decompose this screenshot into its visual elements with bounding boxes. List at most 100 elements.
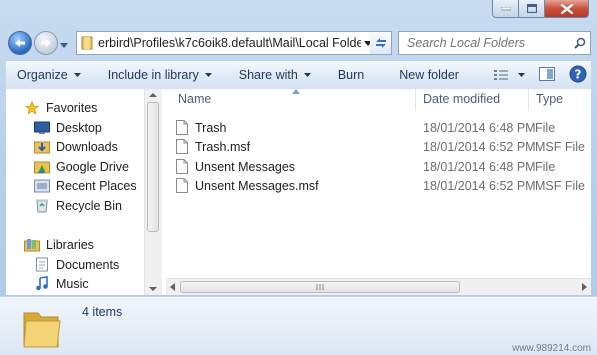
scroll-up-arrow-icon[interactable] [149,93,157,97]
refresh-button[interactable] [370,31,392,55]
documents-icon [34,257,50,273]
chevron-down-icon [73,73,81,77]
nav-item-recent-places[interactable]: Recent Places [34,176,137,195]
file-row[interactable]: Unsent Messages.msf 18/01/2014 6:52 PM M… [176,176,591,195]
nav-item-label: Downloads [56,139,118,154]
scroll-right-arrow-icon[interactable] [582,283,587,291]
column-date-modified[interactable]: Date modified [423,92,500,106]
file-name: Trash [195,120,227,135]
minimize-icon [500,6,511,10]
new-folder-button[interactable]: New folder [373,61,468,89]
file-row[interactable]: Trash.msf 18/01/2014 6:52 PM MSF File [176,137,591,156]
minimize-button[interactable] [492,0,519,18]
scroll-left-arrow-icon[interactable] [170,283,175,291]
google-drive-icon [34,159,50,175]
navigation-pane: Favorites Desktop Downloads Google Drive… [6,89,144,295]
navigation-scrollbar-thumb[interactable] [147,102,159,232]
column-divider[interactable] [415,89,416,111]
file-name-cell: Unsent Messages [176,159,295,174]
nav-item-label: Desktop [56,120,102,135]
forward-button[interactable] [34,31,58,55]
recent-pages-dropdown[interactable] [60,38,68,52]
nav-item-label: Google Drive [56,159,129,174]
column-divider[interactable] [528,89,529,111]
nav-item-recycle-bin[interactable]: Recycle Bin [34,196,122,215]
file-name: Unsent Messages [195,159,296,174]
close-button[interactable] [545,0,589,18]
chevron-down-icon [518,73,525,77]
organize-menu[interactable]: Organize [6,61,90,89]
file-name: Unsent Messages.msf [195,178,319,193]
file-row[interactable]: Trash 18/01/2014 6:48 PM File [176,118,591,137]
close-icon [560,3,573,14]
back-button[interactable] [8,31,32,55]
content-area: Favorites Desktop Downloads Google Drive… [6,89,591,295]
horizontal-scrollbar-thumb[interactable] [180,281,460,293]
watermark: www.989214.com [512,343,591,354]
maximize-button[interactable] [519,0,545,18]
column-type[interactable]: Type [536,92,563,106]
nav-item-label: Documents [56,257,120,272]
file-type: File [535,120,556,135]
file-type: MSF File [535,139,585,154]
file-icon [176,178,188,193]
item-count: 4 items [82,305,123,319]
nav-item-music[interactable]: Music [34,274,89,293]
chevron-down-icon [204,73,212,77]
preview-pane-button[interactable] [539,66,555,84]
grip-icon [316,284,323,290]
help-button[interactable]: ? [569,65,587,86]
file-date: 18/01/2014 6:48 PM [423,120,536,135]
file-row[interactable]: Unsent Messages 18/01/2014 6:48 PM File [176,157,591,176]
search-icon[interactable] [570,37,590,49]
file-icon [176,139,188,154]
view-list-icon [494,70,508,80]
refresh-icon [375,38,386,48]
window-controls [492,0,589,18]
file-name: Trash.msf [195,139,251,154]
search-box[interactable] [398,31,591,55]
address-path: erbird\Profiles\k7c6oik8.default\Mail\Lo… [98,36,361,50]
view-controls: ? [494,61,587,89]
recycle-bin-icon [34,198,50,214]
burn-button[interactable]: Burn [320,61,373,89]
include-in-library-menu[interactable]: Include in library [90,61,221,89]
nav-item-google-drive[interactable]: Google Drive [34,157,129,176]
nav-libraries-label: Libraries [46,237,94,252]
file-type: MSF File [535,178,585,193]
share-with-menu[interactable]: Share with [221,61,320,89]
file-list: Name Date modified Type Trash 18/01/2014… [166,89,591,295]
chevron-down-icon [60,43,68,48]
file-name-cell: Unsent Messages.msf [176,178,319,193]
nav-item-downloads[interactable]: Downloads [34,137,118,156]
details-pane: 4 items www.989214.com [0,296,597,355]
nav-libraries[interactable]: Libraries [24,235,94,254]
file-date: 18/01/2014 6:48 PM [423,159,536,174]
desktop-icon [34,120,50,136]
libraries-icon [24,237,40,253]
file-date: 18/01/2014 6:52 PM [423,178,536,193]
change-view-button[interactable] [494,69,525,81]
folder-icon [23,312,61,348]
search-input[interactable] [405,35,570,51]
star-icon [24,100,40,116]
nav-item-label: Music [56,276,89,291]
address-row: erbird\Profiles\k7c6oik8.default\Mail\Lo… [6,28,591,58]
command-bar: Organize Include in library Share with B… [6,60,591,89]
file-date: 18/01/2014 6:52 PM [423,139,536,154]
column-name[interactable]: Name [178,92,211,106]
maximize-icon [526,4,537,13]
folder-icon [81,36,93,50]
address-bar[interactable]: erbird\Profiles\k7c6oik8.default\Mail\Lo… [76,31,376,55]
nav-favorites[interactable]: Favorites [24,98,97,117]
nav-item-desktop[interactable]: Desktop [34,118,102,137]
file-type: File [535,159,556,174]
downloads-icon [34,139,50,155]
horizontal-scrollbar[interactable] [166,278,591,295]
scroll-down-arrow-icon[interactable] [149,287,157,291]
nav-favorites-label: Favorites [46,100,98,115]
music-icon [34,276,50,292]
navigation-scrollbar[interactable] [144,89,162,295]
column-header: Name Date modified Type [166,89,591,111]
nav-item-documents[interactable]: Documents [34,255,119,274]
